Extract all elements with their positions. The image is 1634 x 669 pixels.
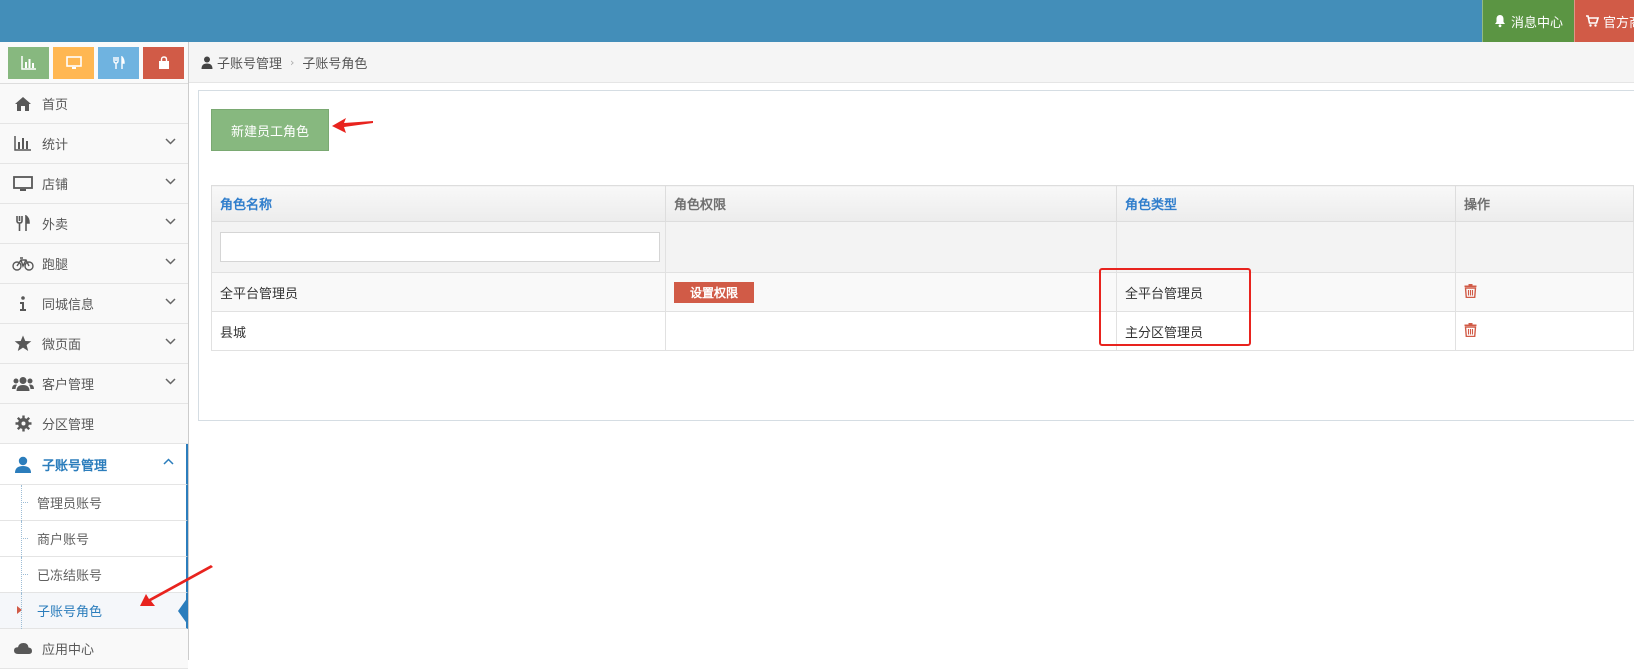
bar-chart-icon (12, 135, 34, 153)
role-permission-cell: 设置权限 (665, 272, 1117, 312)
home-icon (12, 95, 34, 113)
filter-row (211, 221, 1634, 273)
table-row: 县城 主分区管理员 (211, 311, 1634, 351)
table-header-row: 角色名称 角色权限 角色类型 操作 (211, 185, 1634, 222)
sidebar-subitem-admin-accounts[interactable]: 管理员账号 (0, 485, 188, 521)
shortcut-takeout-button[interactable] (98, 46, 139, 79)
chevron-down-icon (165, 298, 176, 305)
sidebar-item-label: 微页面 (42, 338, 82, 353)
users-icon (12, 375, 34, 393)
shortcut-store-button[interactable] (53, 46, 94, 79)
sidebar-subitem-merchant-accounts[interactable]: 商户账号 (0, 521, 188, 557)
chevron-down-icon (165, 218, 176, 225)
actions-cell (1455, 272, 1634, 312)
sidebar-item-customers[interactable]: 客户管理 (0, 364, 188, 404)
sidebar-item-store[interactable]: 店铺 (0, 164, 188, 204)
table-row: 全平台管理员 设置权限 全平台管理员 (211, 272, 1634, 312)
gear-icon (12, 415, 34, 433)
breadcrumb-separator-icon: › (290, 55, 295, 69)
user-icon (12, 455, 34, 473)
set-permission-button[interactable]: 设置权限 (674, 281, 755, 303)
info-icon (12, 295, 34, 313)
column-header-role-type[interactable]: 角色类型 (1116, 185, 1456, 222)
filter-cell (211, 221, 666, 273)
bell-icon (1495, 15, 1505, 28)
cutlery-icon (12, 215, 34, 233)
sidebar-subitem-label: 管理员账号 (37, 497, 103, 512)
filter-cell (1116, 221, 1456, 273)
sidebar-subitem-label: 子账号角色 (37, 605, 103, 620)
column-header-actions: 操作 (1455, 185, 1634, 222)
messages-label: 消息中心 (1511, 15, 1564, 31)
sidebar-item-label: 子账号管理 (42, 458, 108, 474)
delete-button[interactable] (1464, 322, 1477, 341)
sidebar-item-zone-management[interactable]: 分区管理 (0, 404, 188, 444)
sidebar-item-label: 跑腿 (42, 258, 69, 273)
cloud-icon (12, 640, 34, 658)
sidebar-item-label: 应用中心 (42, 643, 95, 658)
column-header-role-permission: 角色权限 (665, 185, 1117, 222)
annotation-arrow-icon (140, 565, 213, 606)
sidebar-item-home[interactable]: 首页 (0, 84, 188, 124)
shop-label: 官方商城 (1603, 15, 1634, 31)
shop-button[interactable]: 官方商城 (1574, 0, 1634, 42)
shopping-bag-icon (158, 55, 169, 69)
shortcut-statistics-button[interactable] (8, 46, 49, 79)
sidebar-item-label: 分区管理 (42, 418, 95, 433)
filter-cell (1455, 221, 1634, 273)
annotation-arrow-icon (332, 118, 373, 133)
sidebar-item-label: 外卖 (42, 218, 69, 233)
sidebar-item-label: 统计 (42, 138, 69, 153)
desktop-icon (65, 55, 82, 69)
chevron-down-icon (165, 258, 176, 265)
breadcrumb: 子账号管理 › 子账号角色 (189, 42, 1634, 83)
sidebar-item-statistics[interactable]: 统计 (0, 124, 188, 164)
new-role-button[interactable]: 新建员工角色 (211, 109, 329, 151)
trash-icon (1464, 283, 1477, 298)
chevron-down-icon (165, 138, 176, 145)
sidebar-shortcuts (0, 42, 188, 84)
breadcrumb-parent-link[interactable]: 子账号管理 (217, 53, 282, 72)
cutlery-icon (112, 55, 125, 69)
sidebar-item-label: 客户管理 (42, 378, 95, 393)
sidebar-subitem-label: 已冻结账号 (37, 569, 103, 584)
roles-table: 角色名称 角色权限 角色类型 操作 全平台管理员 设置权限 全平台管理员 县城 … (211, 185, 1634, 351)
role-name-cell: 全平台管理员 (211, 272, 666, 312)
sidebar-item-sub-accounts[interactable]: 子账号管理 (0, 444, 188, 485)
sidebar-item-label: 首页 (42, 98, 69, 113)
chevron-down-icon (165, 378, 176, 385)
role-name-filter-input[interactable] (220, 232, 660, 262)
actions-cell (1455, 311, 1634, 351)
chevron-up-icon (163, 458, 174, 465)
sidebar-item-local-info[interactable]: 同城信息 (0, 284, 188, 324)
sidebar-item-app-center[interactable]: 应用中心 (0, 629, 188, 669)
sidebar-item-micro-page[interactable]: 微页面 (0, 324, 188, 364)
shopping-cart-icon (1586, 15, 1599, 27)
breadcrumb-current: 子账号角色 (302, 56, 368, 72)
chevron-down-icon (165, 338, 176, 345)
user-icon (201, 56, 213, 69)
desktop-icon (12, 175, 34, 193)
top-navbar: 消息中心 官方商城 (0, 0, 1634, 42)
sidebar-item-label: 同城信息 (42, 298, 95, 313)
sidebar-subitem-label: 商户账号 (37, 533, 90, 548)
bicycle-icon (12, 255, 34, 273)
role-name-cell: 县城 (211, 311, 666, 351)
trash-icon (1464, 322, 1477, 337)
sidebar-item-errand[interactable]: 跑腿 (0, 244, 188, 284)
messages-button[interactable]: 消息中心 (1482, 0, 1574, 42)
bar-chart-icon (20, 55, 36, 70)
filter-cell (665, 221, 1117, 273)
star-icon (12, 335, 34, 353)
sidebar-item-takeout[interactable]: 外卖 (0, 204, 188, 244)
role-permission-cell (665, 311, 1117, 351)
delete-button[interactable] (1464, 283, 1477, 302)
sidebar-item-label: 店铺 (42, 178, 69, 193)
shortcut-mall-button[interactable] (143, 46, 184, 79)
annotation-highlight-box (1099, 268, 1251, 346)
chevron-down-icon (165, 178, 176, 185)
column-header-role-name[interactable]: 角色名称 (211, 185, 666, 222)
